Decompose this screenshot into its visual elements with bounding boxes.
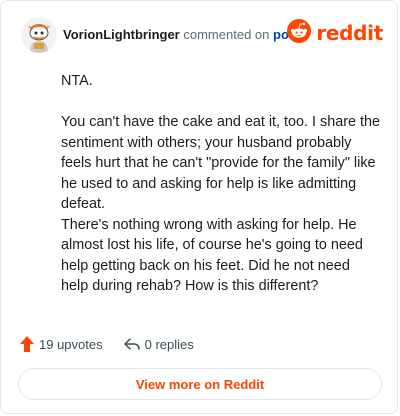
comment-header: VorionLightbringer commented on post red… [21, 17, 385, 53]
comment-paragraph: NTA. [61, 73, 93, 89]
comment-author[interactable]: VorionLightbringer [63, 27, 180, 42]
comment-embed-card: VorionLightbringer commented on post red… [0, 0, 398, 414]
comment-actions: 19 upvotes 0 replies [19, 334, 194, 354]
upvote-arrow-icon [19, 335, 35, 353]
header-text: VorionLightbringer commented on post [63, 27, 300, 42]
reply-arrow-icon [123, 336, 141, 352]
comment-body: NTA. You can't have the cake and eat it,… [61, 71, 381, 297]
reddit-brand[interactable]: reddit [287, 18, 383, 48]
reddit-logo-icon [287, 18, 312, 48]
upvote-button[interactable]: 19 upvotes [19, 335, 103, 353]
reply-count: 0 replies [144, 336, 194, 352]
comment-paragraph: You can't have the cake and eat it, too.… [61, 114, 381, 212]
view-more-button[interactable]: View more on Reddit [18, 368, 382, 400]
upvote-count: 19 upvotes [39, 336, 103, 352]
reddit-wordmark: reddit [316, 21, 383, 45]
commented-on-text: commented on [183, 27, 270, 42]
snoo-avatar-icon[interactable] [21, 17, 57, 53]
reply-button[interactable]: 0 replies [123, 336, 194, 352]
comment-paragraph: There's nothing wrong with asking for he… [61, 216, 363, 295]
